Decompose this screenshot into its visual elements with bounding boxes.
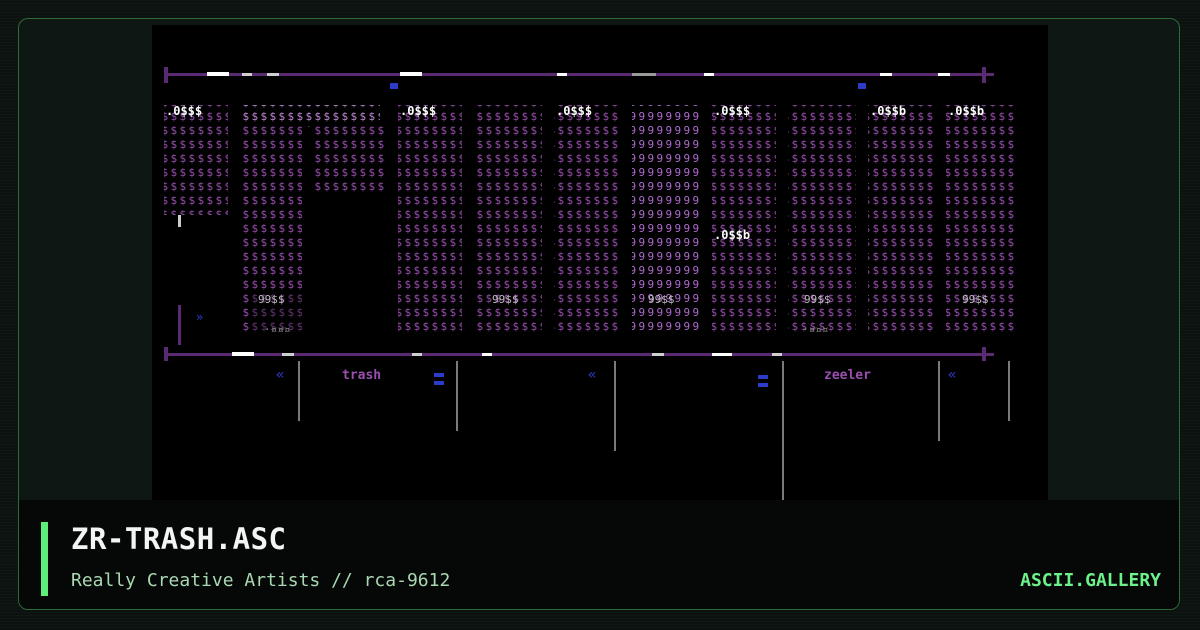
svg-text:·¤¤¤: ·¤¤¤	[802, 323, 829, 336]
ascii-logo-letters: .0$$$ .0$$$ .0$$$ .0$$$ .0$$b .0$$b .0$$…	[164, 104, 1016, 336]
svg-text:.0$$$: .0$$$	[400, 104, 436, 118]
art-left-frame: = »	[178, 205, 203, 345]
artwork-group: Really Creative Artists // rca-9612	[71, 570, 451, 591]
share-card: $ $ 9	[18, 18, 1180, 610]
ascii-art-preview: $ $ 9	[152, 25, 1048, 501]
svg-text:.0$$$: .0$$$	[556, 104, 592, 118]
svg-text:.0$$b: .0$$b	[948, 104, 984, 118]
artwork-title: ZR-TRASH.ASC	[71, 522, 287, 556]
svg-text:«: «	[948, 367, 956, 383]
svg-text:.0$$$: .0$$$	[166, 104, 202, 118]
svg-text:«: «	[276, 367, 284, 383]
card-footer: ZR-TRASH.ASC Really Creative Artists // …	[19, 500, 1179, 609]
art-tag-right: zeeler	[824, 368, 871, 383]
site-brand[interactable]: ASCII.GALLERY	[1020, 570, 1161, 591]
svg-text:.0$$b: .0$$b	[870, 104, 906, 118]
accent-bar	[41, 522, 48, 596]
art-bottom-border	[164, 347, 994, 361]
svg-text:99$$: 99$$	[648, 293, 675, 306]
svg-text:·¤¤¤: ·¤¤¤	[264, 323, 291, 336]
art-drips	[298, 361, 1010, 501]
svg-text:99$$: 99$$	[804, 293, 831, 306]
svg-text:99$$: 99$$	[492, 293, 519, 306]
svg-text:99$$: 99$$	[258, 293, 285, 306]
svg-text:99$$: 99$$	[962, 293, 989, 306]
svg-text:«: «	[588, 367, 596, 383]
art-top-border	[164, 67, 994, 89]
svg-text:»: »	[196, 310, 203, 324]
svg-text:.0$$$: .0$$$	[714, 104, 750, 118]
art-tag-left: trash	[342, 368, 381, 383]
svg-text:.0$$b: .0$$b	[714, 228, 750, 242]
